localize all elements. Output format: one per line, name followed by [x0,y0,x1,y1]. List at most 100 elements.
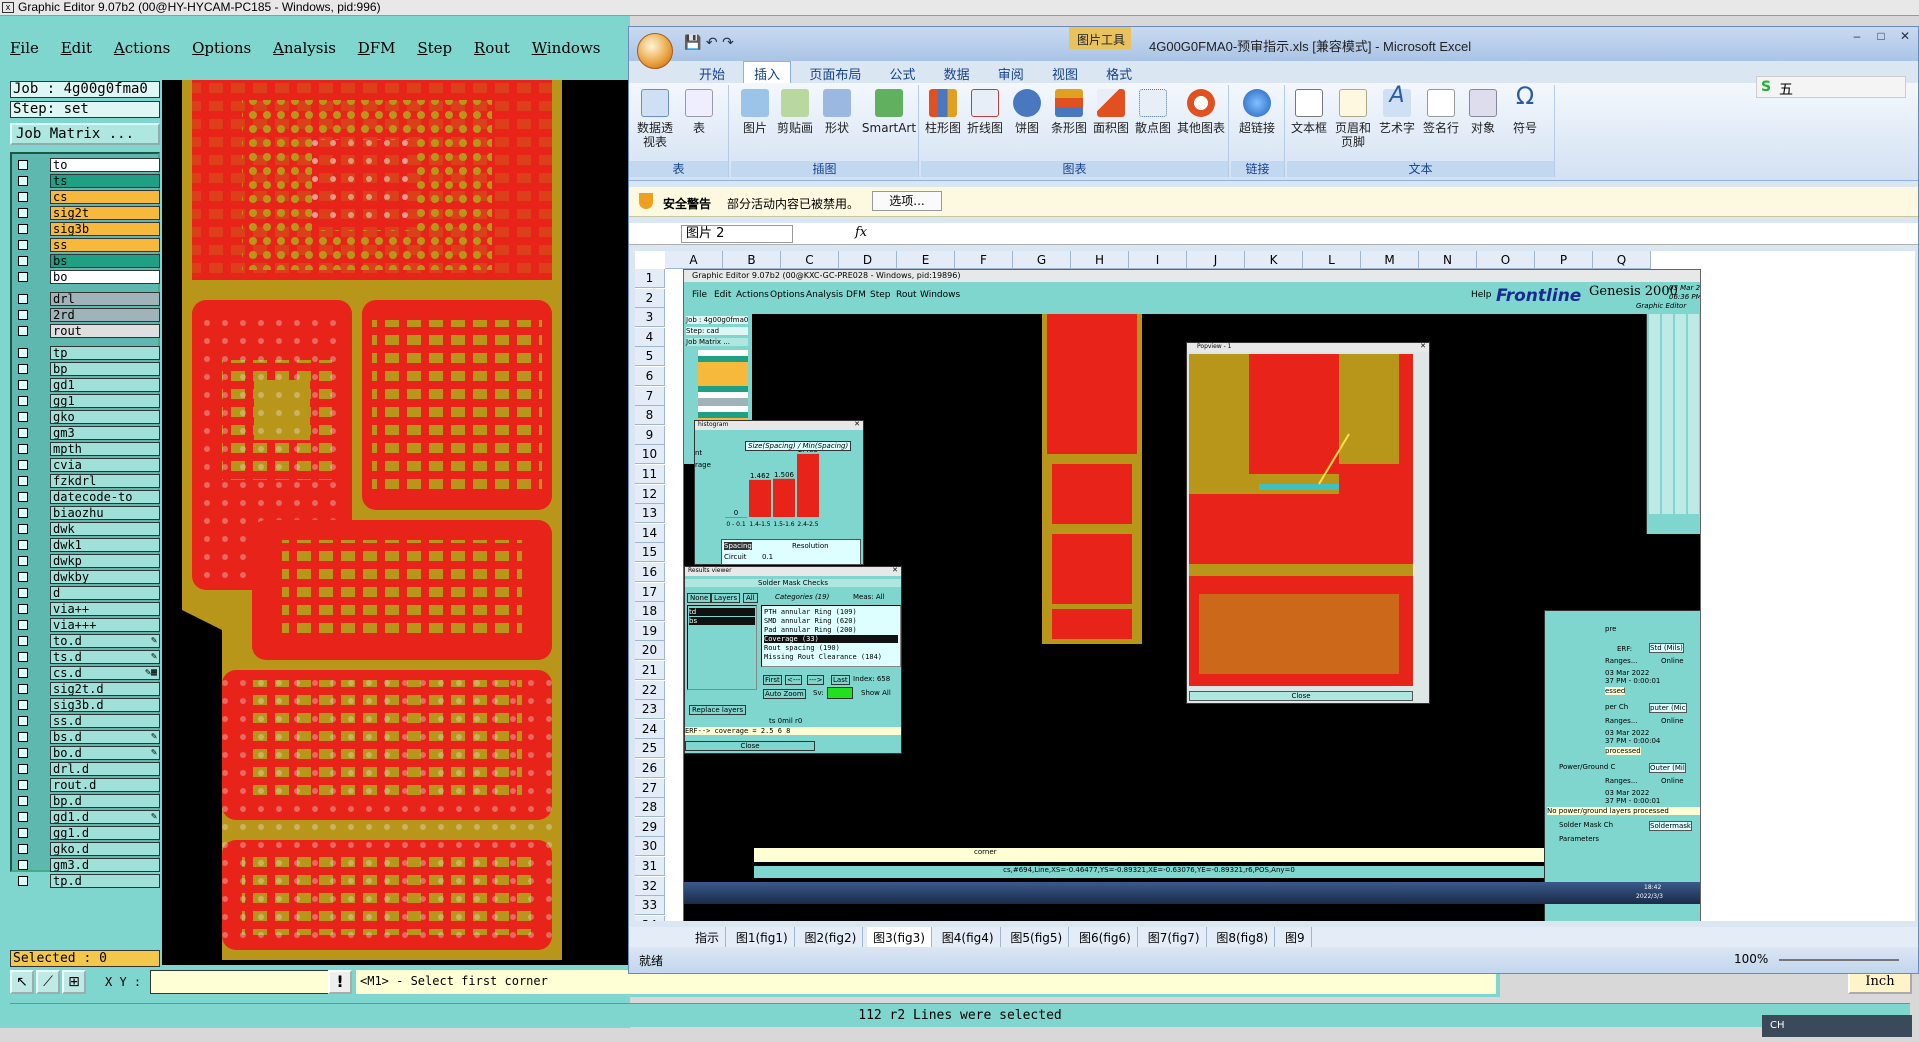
column-header[interactable]: A [665,251,723,269]
layer-row[interactable]: bp [14,361,160,377]
show-all-button[interactable]: Show All [861,689,891,697]
layer-checkbox[interactable] [18,652,28,662]
layer-row[interactable]: gko [14,409,160,425]
results-close-button[interactable]: Close [685,741,815,751]
job-matrix-button[interactable]: Job Matrix ... [10,123,160,145]
layer-name[interactable]: dwkby [50,570,160,584]
emb-menu-rout[interactable]: Rout [896,290,917,300]
nav-last[interactable]: Last [831,675,850,685]
layer-name[interactable]: ss.d [50,714,160,728]
layer-row[interactable]: dwkp [14,553,160,569]
layer-row[interactable]: ts [14,173,160,189]
clipart-button[interactable]: 剪贴画 [775,89,815,135]
layer-row[interactable]: via++ [14,601,160,617]
row-header[interactable]: 24 [635,719,665,739]
layer-name[interactable]: gd1 [50,378,160,392]
row-header[interactable]: 32 [635,876,665,896]
row-header[interactable]: 7 [635,386,665,406]
pivot-table-button[interactable]: 数据透视表 [635,89,675,149]
layer-row[interactable]: to [14,157,160,173]
layer-checkbox[interactable] [18,208,28,218]
row-header[interactable]: 5 [635,347,665,367]
security-options-button[interactable]: 选项... [872,191,942,211]
layer-row[interactable]: tp [14,345,160,361]
column-header[interactable]: F [955,251,1013,269]
layer-row[interactable]: bs [14,253,160,269]
smartart-button[interactable]: SmartArt [861,89,917,135]
dfm-ranges-3[interactable]: Ranges... [1605,777,1638,785]
layer-name[interactable]: dwk [50,522,160,536]
picture-button[interactable]: 图片 [735,89,775,135]
layer-checkbox[interactable] [18,668,28,678]
row-header[interactable]: 15 [635,543,665,563]
layer-row[interactable]: tp.d [14,873,160,889]
row-header[interactable]: 23 [635,700,665,720]
layer-checkbox[interactable] [18,492,28,502]
category-item-selected[interactable]: Coverage (33) [764,635,898,643]
column-header[interactable]: N [1419,251,1477,269]
row-header[interactable]: 31 [635,857,665,876]
column-header[interactable]: J [1187,251,1245,269]
emb-job-matrix[interactable]: Job Matrix ... [686,338,748,346]
layer-row[interactable]: bp.d [14,793,160,809]
column-header[interactable]: B [723,251,781,269]
row-header[interactable]: 16 [635,563,665,582]
sheet-tab[interactable]: 图9 [1279,927,1312,948]
layer-row[interactable]: cvia [14,457,160,473]
layer-checkbox[interactable] [18,348,28,358]
layer-name[interactable]: tp.d [50,874,160,888]
layer-name[interactable]: gko.d [50,842,160,856]
row-header[interactable]: 4 [635,327,665,347]
redo-icon[interactable]: ↷ [722,35,734,51]
column-header[interactable]: C [781,251,839,269]
dfm-online-1[interactable]: Online [1661,657,1684,665]
histogram-close-icon[interactable]: ✕ [854,420,860,428]
layer-checkbox[interactable] [18,812,28,822]
dfm-online-2[interactable]: Online [1661,717,1684,725]
emb-menu-file[interactable]: File [692,290,707,300]
layer-checkbox[interactable] [18,396,28,406]
row-header[interactable]: 28 [635,798,665,818]
layer-checkbox[interactable] [18,524,28,534]
row-header[interactable]: 3 [635,308,665,328]
column-header[interactable]: H [1071,251,1129,269]
layer-row[interactable]: dwkby [14,569,160,585]
palette-buttons[interactable] [1649,314,1700,514]
category-item[interactable]: Pad annular Ring (200) [764,626,857,634]
layer-row[interactable]: gg1.d [14,825,160,841]
layer-row[interactable]: gm3 [14,425,160,441]
layer-row[interactable]: sig3b [14,221,160,237]
emb-menu-dfm[interactable]: DFM [846,290,866,300]
layer-checkbox[interactable] [18,764,28,774]
layer-checkbox[interactable] [18,508,28,518]
layer-row[interactable]: biaozhu [14,505,160,521]
line-chart-button[interactable]: 折线图 [965,89,1005,135]
row-header[interactable]: 10 [635,445,665,465]
layer-name[interactable]: cvia [50,458,160,472]
shapes-button[interactable]: 形状 [817,89,857,135]
layer-row[interactable]: gd1 [14,377,160,393]
undo-icon[interactable]: ↶ [706,35,718,51]
popview-close-button[interactable]: Close [1189,691,1413,701]
layer-name[interactable]: bp [50,362,160,376]
column-header[interactable]: G [1013,251,1071,269]
layer-checkbox[interactable] [18,556,28,566]
filter-all[interactable]: All [743,593,758,603]
layer-name[interactable]: d [50,586,160,600]
column-header[interactable]: E [897,251,955,269]
dfm-params[interactable]: Parameters [1559,835,1599,843]
sheet-tab[interactable]: 图5(fig5) [1004,927,1070,948]
layer-row[interactable]: bs.d ✎ [14,729,160,745]
auto-zoom-button[interactable]: Auto Zoom [763,689,806,699]
row-header[interactable]: 13 [635,504,665,524]
column-header[interactable]: I [1129,251,1187,269]
results-category-list[interactable]: PTH annular Ring (109) SMD annular Ring … [761,605,901,667]
wordart-button[interactable]: A 艺术字 [1377,85,1417,136]
row-header[interactable]: 34 [635,915,665,921]
table-button[interactable]: 表 [679,89,719,135]
nav-next[interactable]: ---> [807,675,825,685]
sheet-tab[interactable]: 图6(fig6) [1073,927,1138,948]
embedded-picture[interactable]: Graphic Editor 9.07b2 (00@KXC-GC-PRE028 … [683,269,1701,921]
layer-checkbox[interactable] [18,684,28,694]
spreadsheet-grid[interactable]: ABCDEFGHIJKLMNOPQ 1 2 3 4 5 6 7 8 9 10 11 12 13 14 15 1… [635,251,1915,921]
